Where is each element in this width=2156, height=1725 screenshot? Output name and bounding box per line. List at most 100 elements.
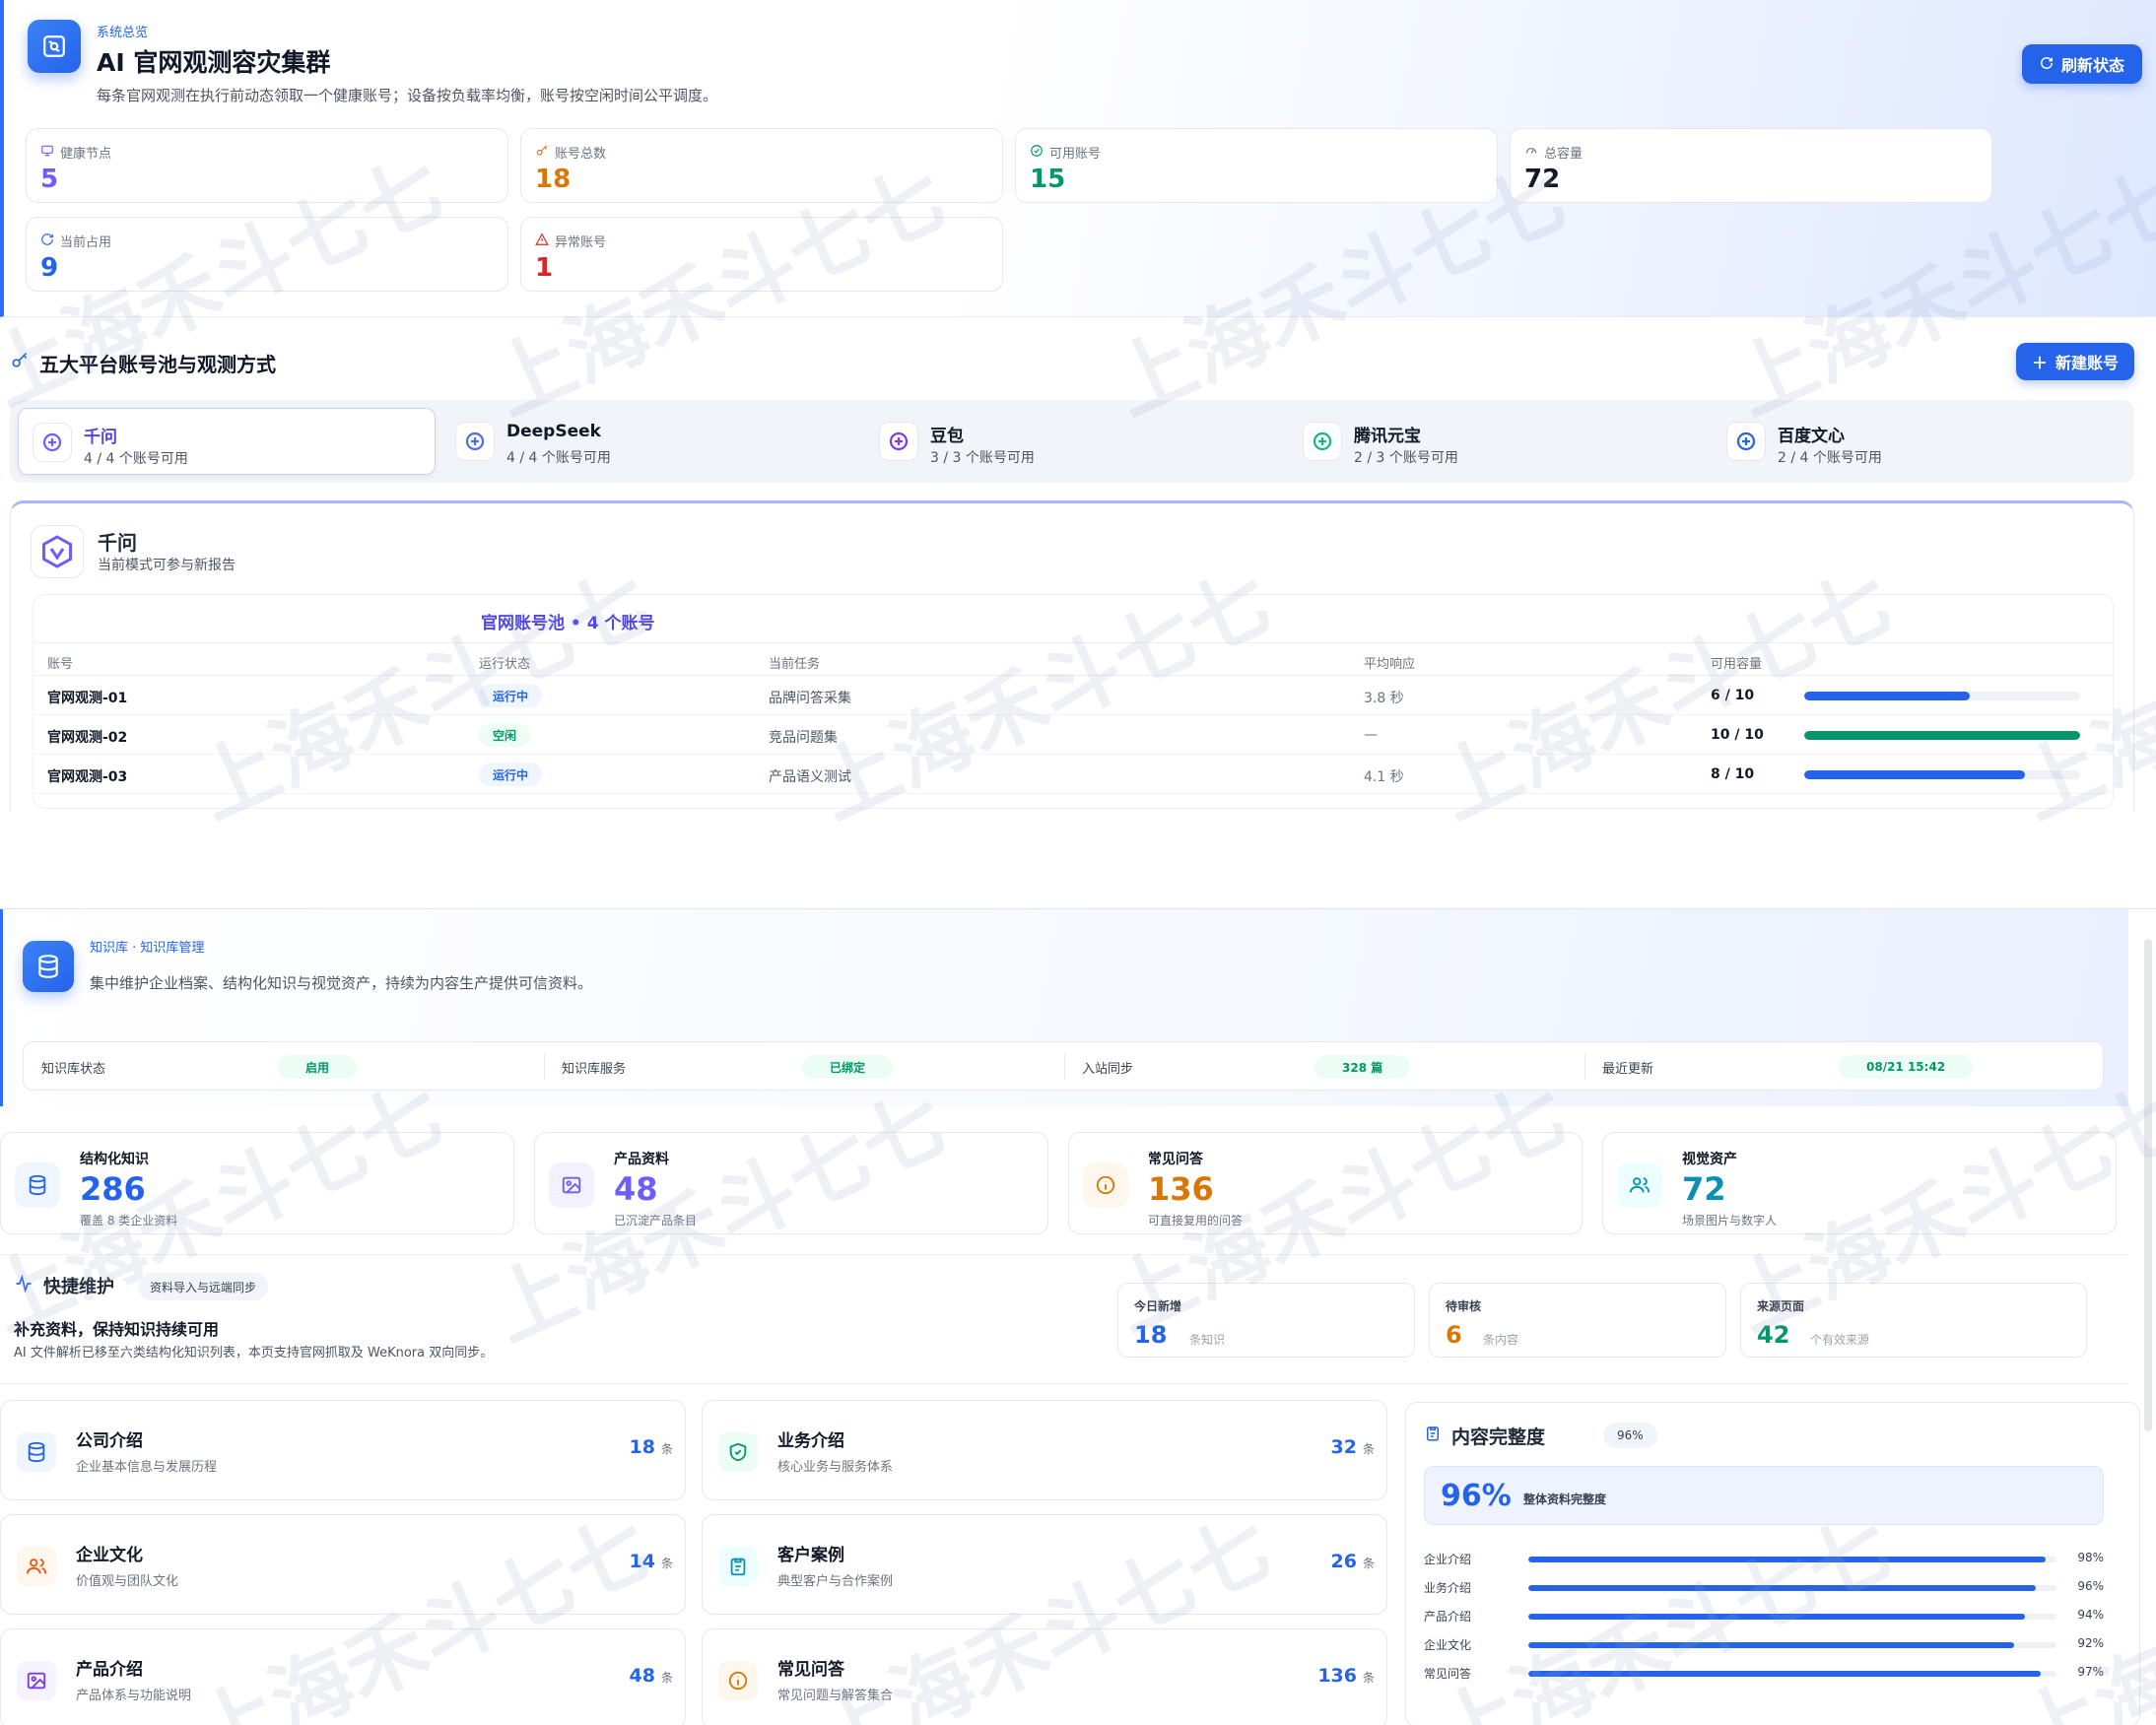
platform-name: 豆包 (930, 427, 964, 446)
completeness-percent: 98% (2077, 1551, 2104, 1564)
table-row[interactable]: 官网观测-03 运行中 产品语义测试 4.1 秒 8 / 10 (34, 755, 2115, 794)
table-row[interactable]: 官网观测-02 空闲 竞品问题集 — 10 / 10 (34, 715, 2115, 755)
refresh-button[interactable]: 刷新状态 (2022, 44, 2142, 84)
category-count: 48 (629, 1665, 655, 1687)
completeness-row: 产品介绍 94% (1424, 1604, 2104, 1627)
completeness-percent: 97% (2077, 1665, 2104, 1679)
scrollbar[interactable] (2144, 939, 2152, 1431)
knowledge-header: 知识库 · 知识库管理 集中维护企业档案、结构化知识与视觉资产，持续为内容生产提… (0, 909, 2128, 1106)
completeness-title: 内容完整度 (1424, 1423, 1545, 1449)
category-card[interactable]: 企业文化 价值观与团队文化 14 条 (0, 1514, 686, 1615)
cluster-panel: 系统总览 AI 官网观测容灾集群 每条官网观测在执行前动态领取一个健康账号；设备… (0, 0, 2156, 810)
quick-stat: 待审核 6 条内容 (1429, 1283, 1726, 1358)
completeness-label: 常见问答 (1424, 1667, 1472, 1681)
platform-count: 4 / 4 个账号可用 (84, 451, 188, 467)
category-card[interactable]: 产品介绍 产品体系与功能说明 48 条 (0, 1628, 686, 1725)
completeness-label: 企业介绍 (1424, 1553, 1472, 1566)
qianwen-logo-icon (33, 423, 72, 462)
key-icon (10, 351, 30, 375)
quick-title: 快捷维护 (14, 1273, 114, 1298)
warning-icon (535, 232, 549, 250)
card-title: 常见问答 (1148, 1152, 1203, 1167)
completeness-row: 企业文化 92% (1424, 1632, 2104, 1656)
completeness-row: 企业介绍 98% (1424, 1547, 2104, 1570)
avg-latency: — (1364, 727, 1378, 743)
card-title: 视觉资产 (1682, 1152, 1737, 1167)
knowledge-stat-card[interactable]: 视觉资产 72 场景图片与数字人 (1602, 1132, 2117, 1234)
info-icon (1083, 1162, 1128, 1208)
capacity-value: 10 / 10 (1711, 727, 1764, 743)
platform-tab-4[interactable]: 腾讯元宝 2 / 3 个账号可用 (1289, 408, 1707, 475)
activity-icon (14, 1274, 34, 1298)
category-count: 18 (629, 1436, 655, 1458)
card-subtitle: 可直接复用的问答 (1148, 1214, 1244, 1227)
pool-title: 官网账号池 • 4 个账号 (481, 614, 655, 633)
refresh-icon (40, 232, 54, 250)
stat-label: 可用账号 (1030, 143, 1101, 162)
stat-card: 总容量 72 (1510, 128, 1992, 203)
breadcrumb: 系统总览 (97, 26, 149, 40)
quick-stat-unit: 条内容 (1483, 1333, 1519, 1347)
table-row[interactable]: 官网观测-01 运行中 品牌问答采集 3.8 秒 6 / 10 (34, 676, 2115, 715)
category-card[interactable]: 常见问答 常见问题与解答集合 136 条 (702, 1628, 1387, 1725)
column-header: 账号 (47, 657, 74, 672)
stat-card: 可用账号 15 (1015, 128, 1498, 203)
page-title: AI 官网观测容灾集群 (97, 48, 331, 77)
category-card[interactable]: 业务介绍 核心业务与服务体系 32 条 (702, 1400, 1387, 1500)
page-subtitle: 集中维护企业档案、结构化知识与视觉资产，持续为内容生产提供可信资料。 (90, 974, 593, 992)
status-cell: 知识库服务 已绑定 (544, 1042, 1062, 1092)
doubao-logo-icon (879, 422, 918, 461)
new-account-button[interactable]: ＋ 新建账号 (2016, 343, 2134, 380)
capacity-bar (1804, 692, 2080, 700)
platform-name: 腾讯元宝 (1354, 427, 1421, 446)
platform-name: 百度文心 (1778, 427, 1845, 446)
stat-value: 5 (40, 165, 59, 194)
database-icon (17, 1432, 56, 1472)
status-cell: 知识库状态 启用 (24, 1042, 542, 1092)
cluster-header: 系统总览 AI 官网观测容灾集群 每条官网观测在执行前动态领取一个健康账号；设备… (0, 0, 2156, 317)
category-title: 公司介绍 (76, 1431, 143, 1451)
stat-value: 15 (1030, 165, 1066, 194)
completeness-bar (1528, 1614, 2056, 1620)
knowledge-stat-card[interactable]: 结构化知识 286 覆盖 8 类企业资料 (0, 1132, 514, 1234)
breadcrumb: 知识库 · 知识库管理 (90, 941, 205, 956)
category-card[interactable]: 公司介绍 企业基本信息与发展历程 18 条 (0, 1400, 686, 1500)
overall-label: 整体资料完整度 (1523, 1493, 1607, 1506)
platform-tab-5[interactable]: 百度文心 2 / 4 个账号可用 (1713, 408, 2130, 475)
stat-value: 1 (535, 253, 554, 283)
category-count: 26 (1330, 1551, 1357, 1572)
column-header: 可用容量 (1711, 657, 1763, 672)
check-circle-icon (1030, 144, 1044, 162)
category-title: 客户案例 (777, 1546, 844, 1565)
platform-count: 4 / 4 个账号可用 (506, 450, 611, 466)
platform-tab-2[interactable]: DeepSeek 4 / 4 个账号可用 (441, 408, 859, 475)
current-task: 竞品问题集 (769, 730, 838, 746)
status-label: 知识库状态 (41, 1062, 106, 1077)
category-subtitle: 常见问题与解答集合 (777, 1689, 894, 1703)
capacity-bar (1804, 731, 2080, 740)
platform-count: 2 / 3 个账号可用 (1354, 450, 1458, 466)
completeness-bar (1528, 1585, 2056, 1591)
account-name: 官网观测-03 (47, 769, 128, 785)
category-subtitle: 企业基本信息与发展历程 (76, 1460, 218, 1475)
current-task: 品牌问答采集 (769, 691, 851, 706)
platform-detail: 千问 当前模式可参与新报告 官网账号池 • 4 个账号 账号 运行状态 当前任务 平均… (10, 500, 2134, 810)
stat-label: 异常账号 (535, 232, 606, 250)
category-card[interactable]: 客户案例 典型客户与合作案例 26 条 (702, 1514, 1387, 1615)
platform-tab-1[interactable]: 千问 4 / 4 个账号可用 (18, 408, 436, 475)
column-header: 当前任务 (769, 657, 821, 672)
platform-tab-3[interactable]: 豆包 3 / 3 个账号可用 (865, 408, 1283, 475)
quick-maintenance: 快捷维护 资料导入与远端同步 补充资料，保持知识持续可用 AI 文件解析已移至六… (0, 1254, 2128, 1384)
status-badge: 空闲 (479, 723, 531, 747)
account-name: 官网观测-01 (47, 691, 128, 706)
wenxin-logo-icon (1726, 422, 1766, 461)
knowledge-stat-card[interactable]: 产品资料 48 已沉淀产品条目 (534, 1132, 1048, 1234)
cluster-icon (28, 20, 81, 73)
category-subtitle: 价值观与团队文化 (76, 1574, 179, 1589)
card-title: 结构化知识 (80, 1152, 149, 1167)
image-icon (17, 1661, 56, 1700)
knowledge-stat-card[interactable]: 常见问答 136 可直接复用的问答 (1068, 1132, 1583, 1234)
column-header: 平均响应 (1364, 657, 1416, 672)
gauge-icon (1524, 144, 1538, 162)
quick-stat-value: 42 (1757, 1321, 1790, 1349)
